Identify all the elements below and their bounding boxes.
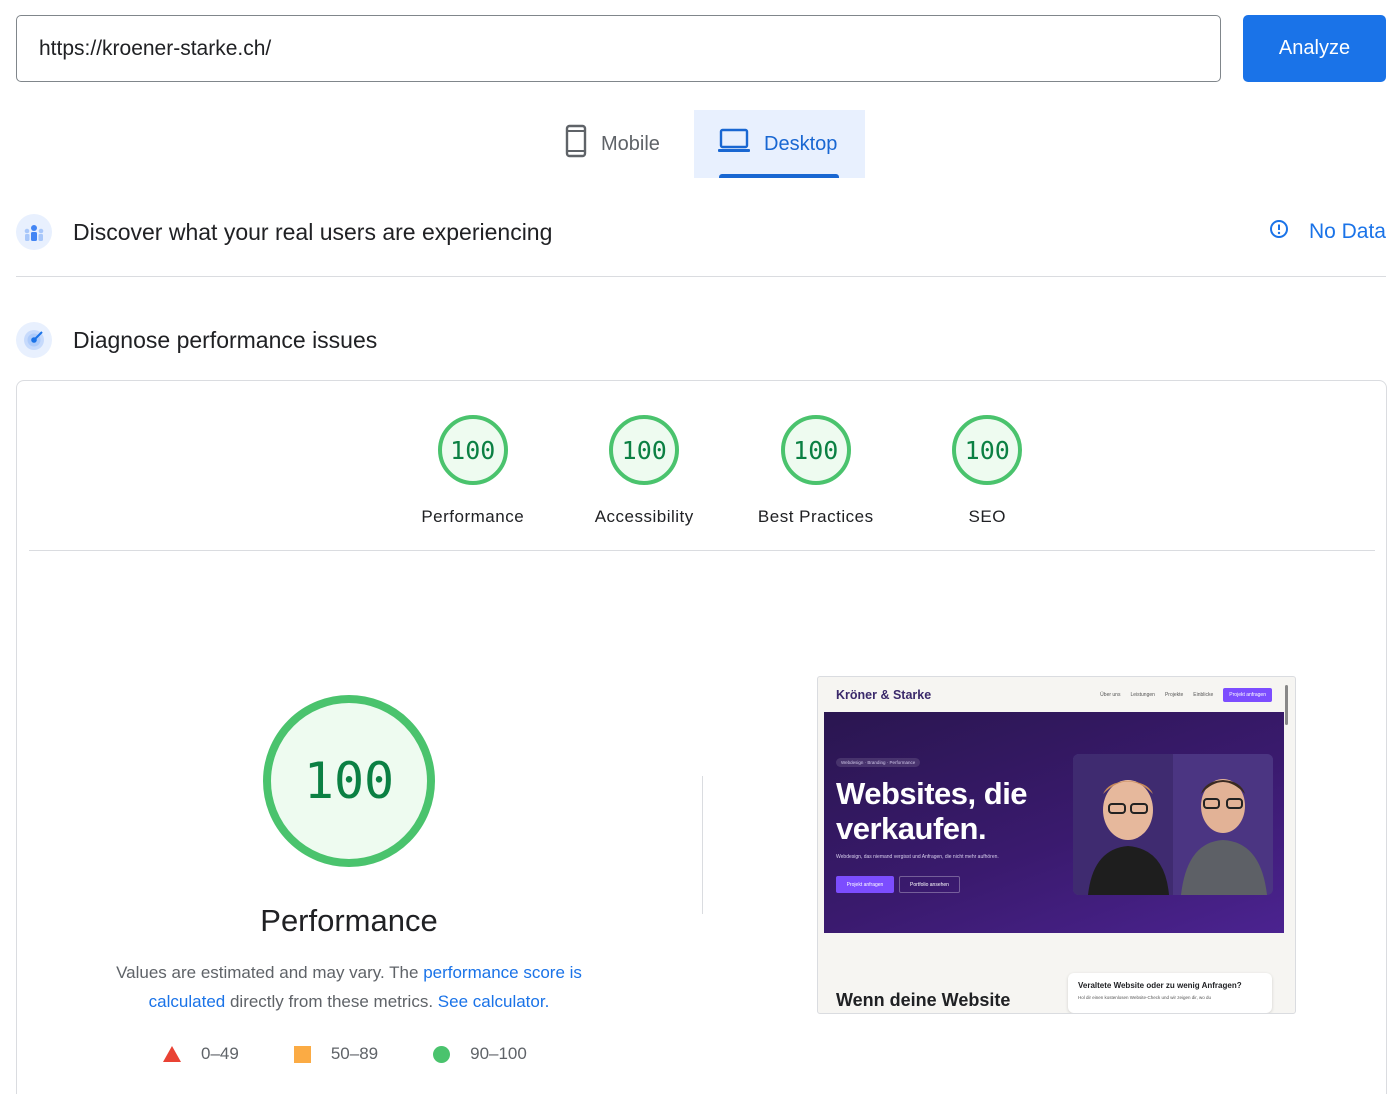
final-screenshot[interactable]: Kröner & Starke Über uns Leistungen Proj… (817, 676, 1296, 1014)
legend-average: 50–89 (293, 1044, 379, 1064)
vertical-divider (702, 776, 703, 914)
gauge-seo[interactable]: 100 SEO (902, 415, 1074, 527)
site-hero: Webdesign · Branding · Performance Websi… (824, 712, 1284, 933)
site-scrollbar (1285, 685, 1288, 725)
no-data-label: No Data (1308, 220, 1386, 243)
gauge-icon (16, 322, 52, 358)
category-gauges: 100 Performance 100 Accessibility 100 Be… (387, 415, 1073, 527)
site-subline: Webdesign, das niemand vergisst und Anfr… (836, 854, 999, 860)
team-photo (1073, 754, 1273, 895)
users-icon (16, 214, 52, 250)
circle-icon (433, 1045, 451, 1063)
gauge-label: Best Practices (757, 507, 874, 526)
square-icon (293, 1045, 311, 1063)
site-nav-link: Einblicke (1193, 692, 1214, 698)
site-nav-link: Über uns (1100, 692, 1121, 698)
site-hero-pill: Webdesign · Branding · Performance (836, 758, 921, 767)
gauge-best-practices[interactable]: 100 Best Practices (730, 415, 902, 527)
gauge-label: Accessibility (594, 507, 694, 526)
desc-mid: directly from these metrics. (225, 992, 438, 1011)
no-data-status[interactable]: No Data (1269, 219, 1386, 245)
gauge-performance[interactable]: 100 Performance (387, 415, 559, 527)
url-input[interactable] (16, 15, 1221, 82)
score-ring: 100 (780, 415, 851, 485)
performance-description: Values are estimated and may vary. The p… (89, 958, 609, 1016)
site-brand: Kröner & Starke (836, 688, 932, 702)
site-section-heading: Wenn deine Website (836, 990, 1011, 1010)
legend-range: 50–89 (330, 1044, 379, 1063)
phone-icon (565, 124, 587, 164)
analyze-button[interactable]: Analyze (1243, 15, 1386, 82)
site-nav-links: Über uns Leistungen Projekte Einblicke P… (1100, 688, 1272, 702)
site-info-card: Veraltete Website oder zu wenig Anfragen… (1068, 973, 1272, 1013)
score-legend: 0–49 50–89 90–100 (163, 1044, 582, 1064)
legend-fail: 0–49 (163, 1044, 239, 1064)
site-secondary-button: Portfolio ansehen (899, 876, 960, 893)
diagnose-section-header: Diagnose performance issues (16, 322, 1386, 358)
site-primary-button: Projekt anfragen (836, 876, 894, 893)
site-nav-link: Projekte (1164, 692, 1184, 698)
site-card-sub: Hol dir einen kostenlosen Website-Check … (1078, 995, 1211, 1000)
laptop-icon (718, 128, 750, 160)
tab-desktop-label: Desktop (764, 132, 838, 155)
gauge-label: Performance (421, 507, 525, 526)
site-navbar: Kröner & Starke Über uns Leistungen Proj… (818, 677, 1295, 713)
section-divider (16, 276, 1386, 277)
tab-mobile[interactable]: Mobile (545, 110, 693, 178)
legend-range: 0–49 (201, 1044, 239, 1063)
gauge-accessibility[interactable]: 100 Accessibility (559, 415, 731, 527)
gauge-label: SEO (968, 507, 1006, 526)
crux-section-header: Discover what your real users are experi… (16, 214, 1386, 250)
legend-pass: 90–100 (433, 1044, 527, 1064)
tab-active-indicator (719, 174, 839, 178)
tab-desktop[interactable]: Desktop (694, 110, 865, 178)
gauges-divider (29, 550, 1375, 551)
crux-title: Discover what your real users are experi… (73, 218, 553, 245)
site-headline: Websites, die verkaufen. (836, 776, 1028, 846)
lighthouse-report: 100 Performance 100 Accessibility 100 Be… (16, 380, 1387, 1094)
triangle-icon (163, 1046, 181, 1062)
site-nav-cta: Projekt anfragen (1223, 688, 1272, 702)
site-card-title: Veraltete Website oder zu wenig Anfragen… (1078, 981, 1242, 990)
desc-prefix: Values are estimated and may vary. The (116, 963, 424, 982)
info-icon (1269, 219, 1289, 245)
score-ring: 100 (437, 415, 508, 485)
site-nav-link: Leistungen (1130, 692, 1155, 698)
see-calculator-link[interactable]: See calculator. (438, 992, 550, 1011)
diagnose-title: Diagnose performance issues (73, 326, 378, 353)
performance-title: Performance (260, 903, 438, 938)
score-ring: 100 (952, 415, 1023, 485)
score-ring: 100 (609, 415, 680, 485)
performance-score-gauge: 100 (263, 695, 435, 867)
tab-mobile-label: Mobile (601, 132, 660, 155)
legend-range: 90–100 (470, 1044, 527, 1063)
